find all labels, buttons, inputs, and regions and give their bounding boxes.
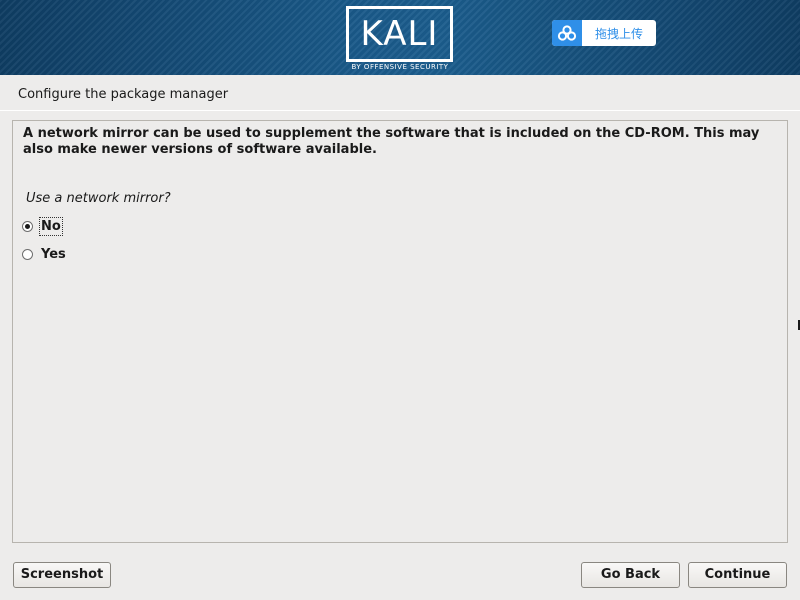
option-yes-label[interactable]: Yes (40, 246, 67, 263)
option-no[interactable]: No (22, 216, 63, 236)
page-title: Configure the package manager (18, 87, 229, 102)
drag-upload-label: 拖拽上传 (594, 26, 643, 41)
question-label: Use a network mirror? (26, 191, 171, 206)
radio-unchecked-icon[interactable] (22, 248, 33, 260)
installer-banner: KALI BY OFFENSIVE SECURITY 拖拽上传 (0, 0, 800, 75)
drag-upload-button[interactable]: 拖拽上传 (552, 20, 656, 46)
description-text: A network mirror can be used to suppleme… (23, 126, 760, 157)
title-divider (0, 110, 800, 111)
continue-button[interactable]: Continue (688, 562, 787, 588)
option-no-label[interactable]: No (39, 216, 63, 236)
content-panel: A network mirror can be used to suppleme… (12, 120, 788, 543)
option-yes[interactable]: Yes (22, 244, 67, 264)
radio-checked-icon[interactable] (22, 220, 33, 232)
kali-logo: KALI (346, 6, 453, 62)
screenshot-button[interactable]: Screenshot (13, 562, 111, 588)
kali-logo-subtitle: BY OFFENSIVE SECURITY (351, 63, 449, 71)
cloud-link-icon (552, 20, 582, 46)
go-back-button[interactable]: Go Back (581, 562, 680, 588)
kali-logo-text: KALI (360, 14, 439, 54)
